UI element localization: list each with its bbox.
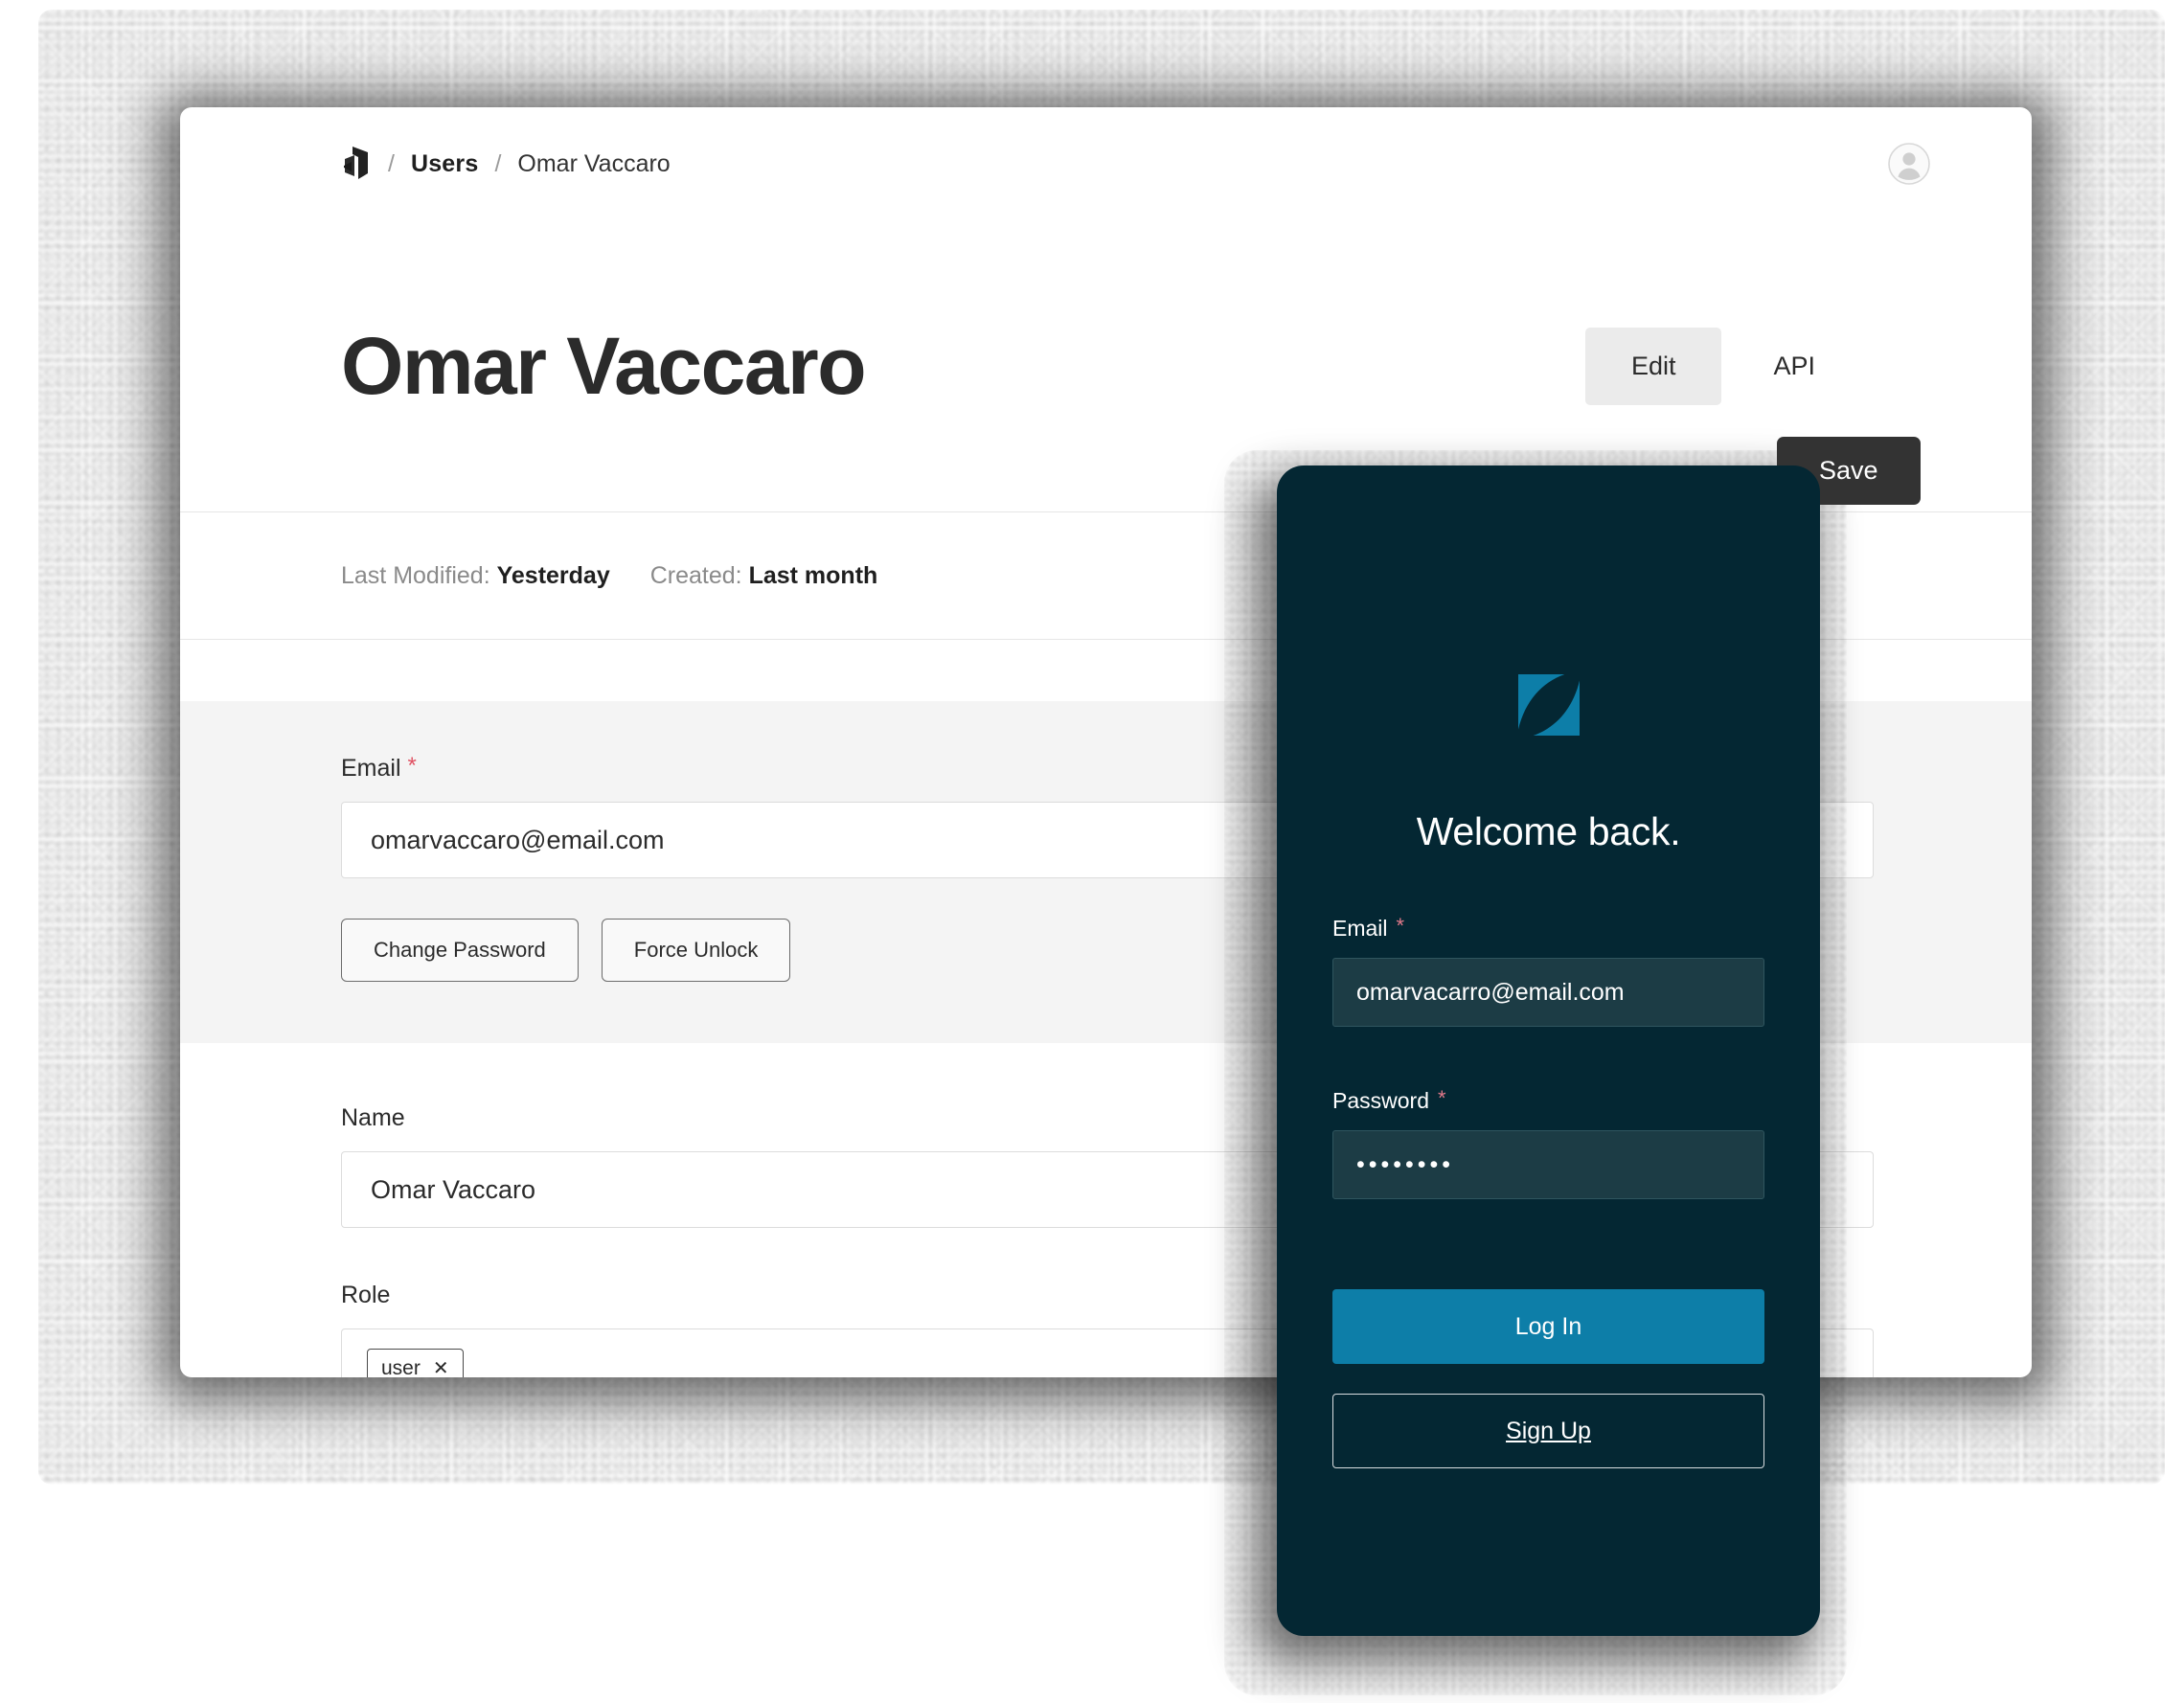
- last-modified-meta: Last Modified: Yesterday: [341, 562, 610, 590]
- created-label: Created:: [649, 561, 742, 589]
- tab-edit[interactable]: Edit: [1584, 327, 1722, 405]
- user-avatar-icon[interactable]: [1888, 143, 1930, 185]
- breadcrumb-item-current: Omar Vaccaro: [517, 149, 671, 177]
- role-chip-user[interactable]: user ✕: [367, 1349, 464, 1377]
- mobile-password-input-value: ••••••••: [1356, 1150, 1455, 1178]
- name-label-text: Name: [341, 1104, 405, 1131]
- tab-api[interactable]: API: [1727, 328, 1861, 405]
- created-meta: Created: Last month: [650, 562, 878, 590]
- mobile-email-input-value: omarvacarro@email.com: [1356, 978, 1625, 1006]
- role-label-text: Role: [341, 1282, 391, 1308]
- change-password-button[interactable]: Change Password: [341, 919, 579, 982]
- breadcrumb-item-users[interactable]: Users: [411, 150, 479, 178]
- email-label-text: Email: [341, 755, 401, 782]
- mobile-email-input[interactable]: omarvacarro@email.com: [1332, 958, 1764, 1027]
- mobile-login-panel: Welcome back. Email * omarvacarro@email.…: [1277, 465, 1820, 1636]
- name-input-value: Omar Vaccaro: [371, 1174, 536, 1204]
- breadcrumb-separator-1: /: [388, 149, 395, 177]
- breadcrumb-separator-2: /: [494, 149, 502, 177]
- brand-leaf-logo: [1513, 669, 1585, 746]
- role-chip-label: user: [381, 1357, 421, 1377]
- close-icon[interactable]: ✕: [433, 1359, 449, 1377]
- email-required-asterisk: *: [407, 753, 417, 779]
- mobile-logo-wrap: [1332, 669, 1764, 746]
- view-tabs: Edit API: [1584, 327, 1861, 405]
- page-title: Omar Vaccaro: [341, 321, 867, 411]
- force-unlock-button[interactable]: Force Unlock: [601, 919, 791, 982]
- created-value: Last month: [748, 561, 878, 589]
- last-modified-label: Last Modified:: [341, 561, 490, 589]
- mobile-email-label-text: Email: [1332, 916, 1388, 941]
- mobile-email-label: Email *: [1332, 916, 1764, 942]
- mobile-heading: Welcome back.: [1416, 809, 1681, 853]
- mobile-password-required-asterisk: *: [1437, 1086, 1446, 1110]
- signup-button[interactable]: Sign Up: [1332, 1394, 1764, 1468]
- breadcrumb-bar: / Users / Omar Vaccaro: [180, 107, 2032, 220]
- email-input-value: omarvaccaro@email.com: [371, 825, 665, 854]
- mobile-password-label-text: Password: [1332, 1088, 1429, 1113]
- mobile-email-required-asterisk: *: [1396, 914, 1405, 938]
- mobile-password-input[interactable]: ••••••••: [1332, 1130, 1764, 1199]
- last-modified-value: Yesterday: [496, 561, 610, 589]
- breadcrumb: / Users / Omar Vaccaro: [341, 147, 671, 181]
- brand-arrow-icon[interactable]: [341, 147, 372, 181]
- login-button[interactable]: Log In: [1332, 1289, 1764, 1364]
- screenshot-stage: / Users / Omar Vaccaro Omar Vaccaro Edit…: [0, 0, 2184, 1703]
- mobile-password-label: Password *: [1332, 1088, 1764, 1114]
